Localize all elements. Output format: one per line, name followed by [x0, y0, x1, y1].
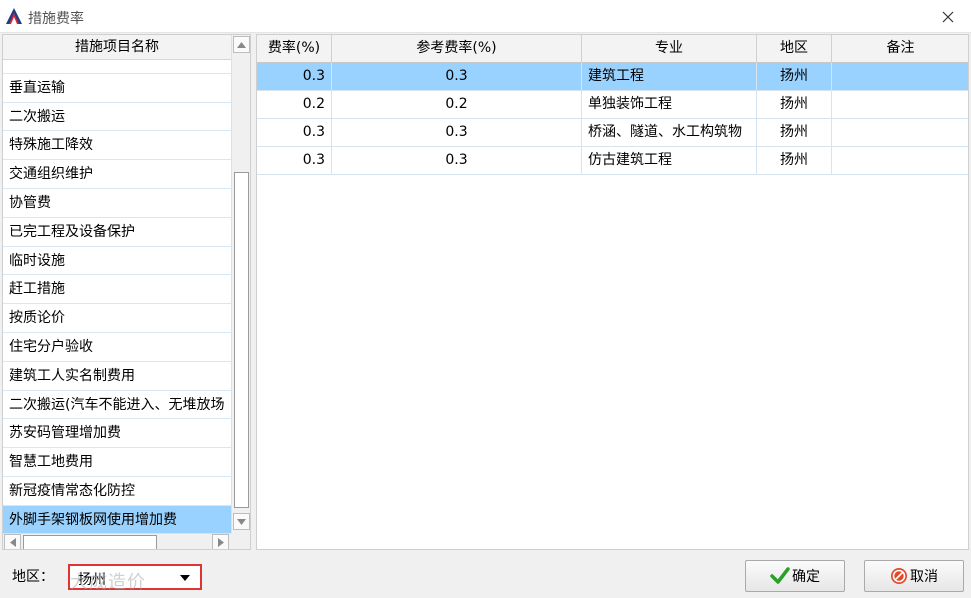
column-header-specialty[interactable]: 专业	[582, 35, 757, 63]
table-row[interactable]: 0.3 0.3 建筑工程 扬州	[257, 63, 968, 91]
measure-list-header: 措施项目名称	[3, 35, 231, 60]
table-row[interactable]: 0.3 0.3 仿古建筑工程 扬州	[257, 147, 968, 175]
rate-cell[interactable]: 0.2	[257, 91, 332, 119]
rate-cell[interactable]: 0.3	[257, 147, 332, 175]
cancel-icon	[891, 568, 907, 584]
measure-list-item[interactable]: 已完工程及设备保护	[3, 218, 231, 247]
measure-list-item[interactable]: 交通组织维护	[3, 160, 231, 189]
scroll-right-button[interactable]	[212, 534, 229, 549]
scroll-left-button[interactable]	[4, 534, 21, 549]
dropdown-arrow-icon	[180, 575, 190, 581]
region-cell[interactable]: 扬州	[757, 119, 832, 147]
specialty-cell[interactable]: 建筑工程	[582, 63, 757, 91]
measure-list-item[interactable]: 外脚手架钢板网使用增加费	[3, 505, 231, 535]
measure-list-item[interactable]: 临时设施	[3, 247, 231, 276]
chevron-left-icon	[9, 538, 16, 547]
reference-rate-cell[interactable]: 0.3	[332, 119, 582, 147]
region-cell[interactable]: 扬州	[757, 147, 832, 175]
note-cell[interactable]	[832, 91, 968, 119]
measure-list-item[interactable]: 智慧工地费用	[3, 448, 231, 477]
reference-rate-cell[interactable]: 0.3	[332, 63, 582, 91]
close-icon	[942, 11, 954, 22]
reference-rate-cell[interactable]: 0.2	[332, 91, 582, 119]
measure-list-item[interactable]: 建筑工人实名制费用	[3, 362, 231, 391]
confirm-button[interactable]: 确定	[745, 560, 845, 592]
reference-rate-cell[interactable]: 0.3	[332, 147, 582, 175]
measure-list-item[interactable]: 二次搬运	[3, 103, 231, 132]
chevron-up-icon	[237, 41, 246, 48]
measure-list-item[interactable]: 特殊施工降效	[3, 131, 231, 161]
app-logo-icon	[6, 8, 22, 24]
close-button[interactable]	[925, 0, 971, 33]
measure-list-panel: 措施项目名称 垂直运输 二次搬运 特殊施工降效 交通组织维护 协管费 已完工程及设备保护临…	[2, 34, 251, 550]
vertical-scroll-thumb[interactable]	[234, 172, 249, 508]
measure-list-item[interactable]: 垂直运输	[3, 74, 231, 103]
vertical-scrollbar[interactable]	[231, 35, 250, 533]
cancel-button[interactable]: 取消	[864, 560, 964, 592]
column-header-rate[interactable]: 费率(%)	[257, 35, 332, 63]
specialty-cell[interactable]: 单独装饰工程	[582, 91, 757, 119]
table-row[interactable]: 0.2 0.2 单独装饰工程 扬州	[257, 91, 968, 119]
measure-list-item[interactable]: 苏安码管理增加费	[3, 419, 231, 449]
measure-list-item[interactable]: 协管费	[3, 189, 231, 218]
region-label: 地区：	[12, 569, 54, 585]
measure-list-item[interactable]: 按质论价	[3, 304, 231, 333]
measure-list-item[interactable]: 住宅分户验收	[3, 333, 231, 362]
cancel-button-label: 取消	[910, 569, 938, 585]
confirm-button-label: 确定	[792, 569, 820, 585]
column-header-region[interactable]: 地区	[757, 35, 832, 63]
scrollbar-corner	[231, 533, 250, 549]
chevron-right-icon	[217, 538, 224, 547]
title-bar: 措施费率	[0, 0, 971, 33]
rate-grid: 费率(%) 参考费率(%) 专业 地区 备注 0.3 0.3 建筑工程 扬州 0.2 0.…	[256, 34, 969, 550]
rate-cell[interactable]: 0.3	[257, 119, 332, 147]
window-title: 措施费率	[28, 11, 84, 27]
rate-cell[interactable]: 0.3	[257, 63, 332, 91]
measure-list-item[interactable]: 赶工措施	[3, 275, 231, 305]
grid-header-row: 费率(%) 参考费率(%) 专业 地区 备注	[257, 35, 968, 63]
measure-list-item[interactable]: 新冠疫情常态化防控	[3, 477, 231, 506]
specialty-cell[interactable]: 桥涵、隧道、水工构筑物	[582, 119, 757, 147]
measure-list-item[interactable]	[3, 60, 231, 74]
region-dropdown-value: 扬州	[78, 572, 106, 588]
measure-list: 垂直运输 二次搬运 特殊施工降效 交通组织维护 协管费 已完工程及设备保护 临时设施 赶工措施…	[3, 60, 231, 535]
scroll-down-button[interactable]	[233, 513, 250, 530]
scroll-up-button[interactable]	[233, 36, 250, 53]
horizontal-scroll-thumb[interactable]	[23, 535, 157, 549]
table-row[interactable]: 0.3 0.3 桥涵、隧道、水工构筑物 扬州	[257, 119, 968, 147]
note-cell[interactable]	[832, 119, 968, 147]
note-cell[interactable]	[832, 63, 968, 91]
measure-list-item[interactable]: 二次搬运(汽车不能进入、无堆放场	[3, 391, 231, 420]
chevron-down-icon	[237, 518, 246, 525]
region-dropdown[interactable]: 扬州	[68, 564, 202, 590]
column-header-note[interactable]: 备注	[832, 35, 968, 63]
horizontal-scrollbar[interactable]	[3, 533, 231, 549]
checkmark-icon	[770, 567, 790, 584]
region-cell[interactable]: 扬州	[757, 63, 832, 91]
specialty-cell[interactable]: 仿古建筑工程	[582, 147, 757, 175]
region-cell[interactable]: 扬州	[757, 91, 832, 119]
column-header-reference-rate[interactable]: 参考费率(%)	[332, 35, 582, 63]
note-cell[interactable]	[832, 147, 968, 175]
